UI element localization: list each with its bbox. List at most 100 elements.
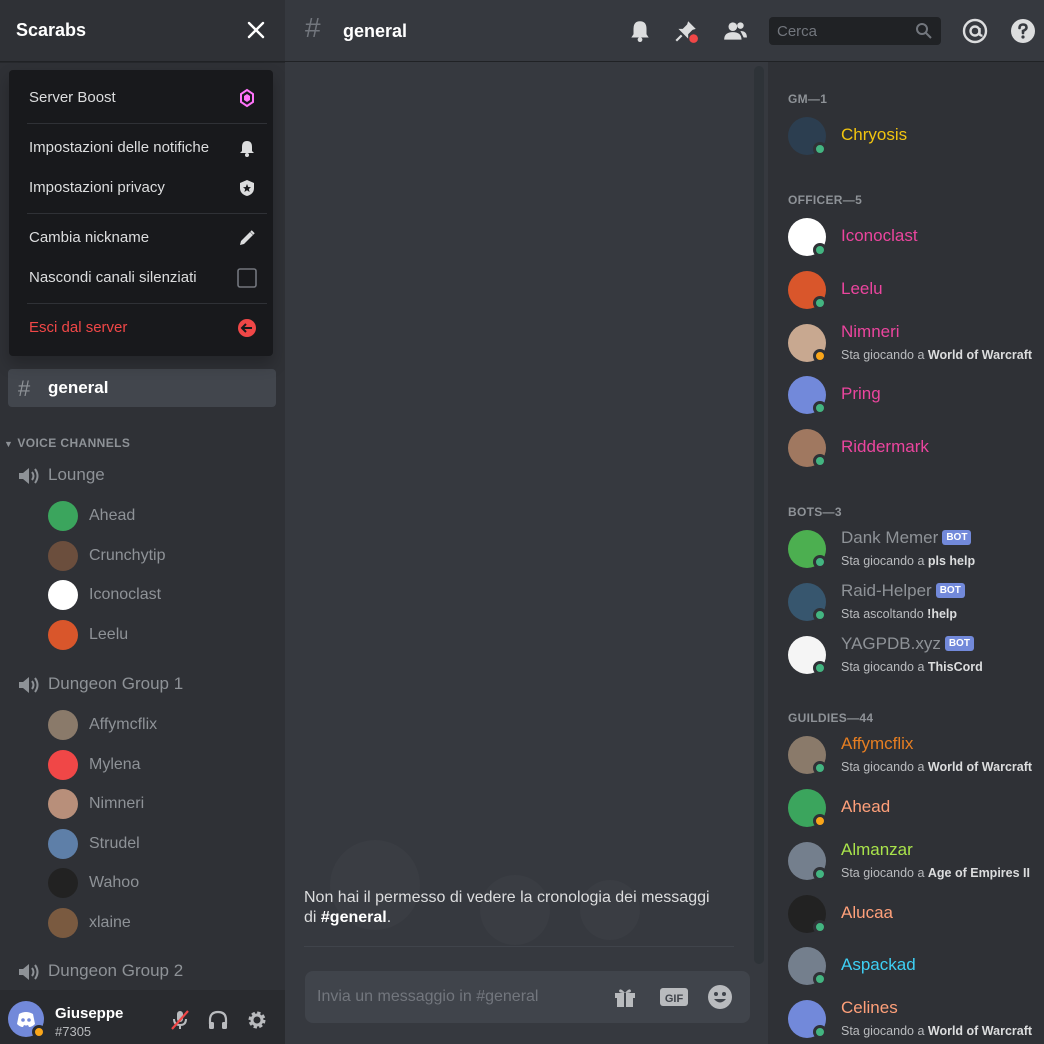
voice-user-name: xlaine — [89, 913, 131, 931]
member-item[interactable]: Riddermark — [788, 425, 1042, 471]
voice-user[interactable]: Iconoclast — [48, 580, 268, 612]
member-list-icon[interactable] — [722, 18, 748, 44]
status-indicator — [813, 296, 827, 310]
voice-channel[interactable]: Dungeon Group 1 — [16, 670, 276, 700]
member-item[interactable]: YAGPDB.xyz BOT Sta giocando a ThisCord — [788, 632, 1042, 678]
member-activity: Sta giocando a World of Warcraft — [841, 1024, 1033, 1038]
member-name: Celines — [841, 998, 898, 1017]
bot-badge: BOT — [944, 636, 974, 651]
member-item[interactable]: Affymcflix Sta giocando a World of Warcra… — [788, 732, 1042, 778]
gif-icon[interactable]: GIF — [659, 984, 689, 1010]
status-indicator — [813, 867, 827, 881]
member-item[interactable]: Ahead — [788, 785, 1042, 831]
voice-user[interactable]: Wahoo — [48, 868, 268, 900]
status-indicator — [813, 243, 827, 257]
search-icon — [916, 23, 932, 39]
voice-user-name: Wahoo — [89, 874, 140, 891]
voice-channel[interactable]: Dungeon Group 2 — [16, 957, 276, 987]
checkbox-icon[interactable] — [237, 268, 257, 288]
user-tag: #7305 — [55, 1024, 92, 1039]
avatar — [48, 619, 78, 650]
member-name: Alucaa — [841, 903, 893, 922]
user-panel: Giuseppe #7305 — [0, 990, 285, 1044]
member-item[interactable]: Iconoclast — [788, 214, 1042, 260]
gear-icon[interactable] — [245, 1008, 269, 1032]
server-header[interactable]: Scarabs — [0, 0, 285, 62]
search-box[interactable] — [769, 17, 941, 45]
member-item[interactable]: Alucaa — [788, 891, 1042, 937]
bot-badge: BOT — [935, 583, 965, 598]
channel-name: general — [48, 378, 109, 397]
avatar — [48, 580, 78, 610]
member-item[interactable]: Dank Memer BOT Sta giocando a pls help — [788, 526, 1042, 572]
message-input[interactable] — [305, 971, 595, 1023]
close-icon[interactable] — [244, 18, 268, 42]
voice-user-name: Affymcflix — [89, 716, 158, 733]
voice-user[interactable]: Affymcflix — [48, 710, 268, 742]
status-indicator — [813, 761, 827, 775]
voice-user[interactable]: Strudel — [48, 828, 268, 861]
menu-item-notifications[interactable]: Impostazioni delle notifiche — [19, 131, 263, 165]
boost-icon — [240, 88, 254, 108]
channel-general[interactable]: # general — [8, 369, 276, 407]
gift-icon[interactable] — [612, 984, 638, 1010]
avatar — [48, 540, 78, 571]
voice-user-name: Nimneri — [89, 795, 145, 812]
menu-item-hide-muted[interactable]: Nascondi canali silenziati — [19, 261, 263, 295]
member-item[interactable]: Raid-Helper BOT Sta ascoltando !help — [788, 579, 1042, 625]
search-input[interactable] — [769, 17, 909, 45]
voice-user-name: Mylena — [89, 755, 141, 773]
menu-item-privacy[interactable]: Impostazioni privacy — [19, 171, 263, 205]
voice-user[interactable]: xlaine — [48, 907, 268, 940]
voice-user-name: Leelu — [89, 625, 129, 643]
headphones-icon[interactable] — [206, 1008, 230, 1032]
avatar — [48, 749, 78, 780]
member-activity: Sta giocando a World of Warcraft — [841, 760, 1033, 774]
member-name: Pring — [841, 384, 881, 403]
status-indicator — [813, 608, 827, 622]
menu-item-change-nickname[interactable]: Cambia nickname — [19, 221, 263, 255]
avatar — [48, 868, 78, 898]
channel-header: # general — [285, 0, 1044, 62]
member-item[interactable]: Leelu — [788, 267, 1042, 313]
member-activity: Sta giocando a Age of Empires II — [841, 866, 1030, 880]
voice-user[interactable]: Leelu — [48, 619, 268, 652]
chat-scrollbar[interactable] — [754, 66, 764, 964]
status-indicator — [813, 454, 827, 468]
voice-user[interactable]: Nimneri — [48, 789, 268, 821]
status-indicator — [813, 814, 827, 828]
category-voice-channels[interactable]: ▼ VOICE CHANNELS — [4, 436, 130, 450]
mic-muted-icon[interactable] — [168, 1008, 192, 1032]
member-activity: Sta giocando a pls help — [841, 554, 976, 568]
member-item[interactable]: Nimneri Sta giocando a World of Warcraft — [788, 320, 1042, 366]
help-icon[interactable] — [1010, 18, 1036, 44]
menu-item-leave-server[interactable]: Esci dal server — [19, 311, 263, 345]
mention-icon[interactable] — [962, 18, 988, 44]
voice-channel-name: Dungeon Group 2 — [48, 961, 184, 980]
member-item[interactable]: Pring — [788, 372, 1042, 418]
pencil-icon — [240, 230, 255, 245]
member-list: GM—1 OFFICER—5 BOTS—3 GUILDIES—44 Chryosis Ic… — [768, 62, 1044, 1044]
bell-icon[interactable] — [627, 18, 653, 44]
member-name: Nimneri — [841, 322, 900, 341]
speaker-icon — [19, 468, 39, 484]
voice-channel[interactable]: Lounge — [16, 461, 276, 491]
pin-icon[interactable] — [673, 18, 699, 44]
member-group-header: GUILDIES—44 — [788, 711, 874, 725]
menu-item-server-boost[interactable]: Server Boost — [19, 81, 263, 115]
server-name: Scarabs — [16, 20, 87, 40]
member-item[interactable]: Celines Sta giocando a World of Warcraft — [788, 996, 1042, 1042]
member-item[interactable]: Aspackad — [788, 943, 1042, 989]
member-name: Raid-Helper BOT — [841, 581, 965, 601]
bell-icon — [240, 141, 254, 157]
member-item[interactable]: Chryosis — [788, 113, 1042, 159]
member-item[interactable]: Almanzar Sta giocando a Age of Empires II — [788, 838, 1042, 884]
server-context-menu: Server Boost Impostazioni delle notifich… — [9, 70, 273, 356]
voice-user[interactable]: Ahead — [48, 501, 268, 533]
voice-user[interactable]: Mylena — [48, 749, 268, 782]
member-name: Aspackad — [841, 955, 916, 974]
voice-user[interactable]: Crunchytip — [48, 540, 268, 573]
status-indicator — [813, 142, 827, 156]
avatar[interactable] — [8, 1001, 46, 1039]
emoji-icon[interactable] — [707, 984, 733, 1010]
